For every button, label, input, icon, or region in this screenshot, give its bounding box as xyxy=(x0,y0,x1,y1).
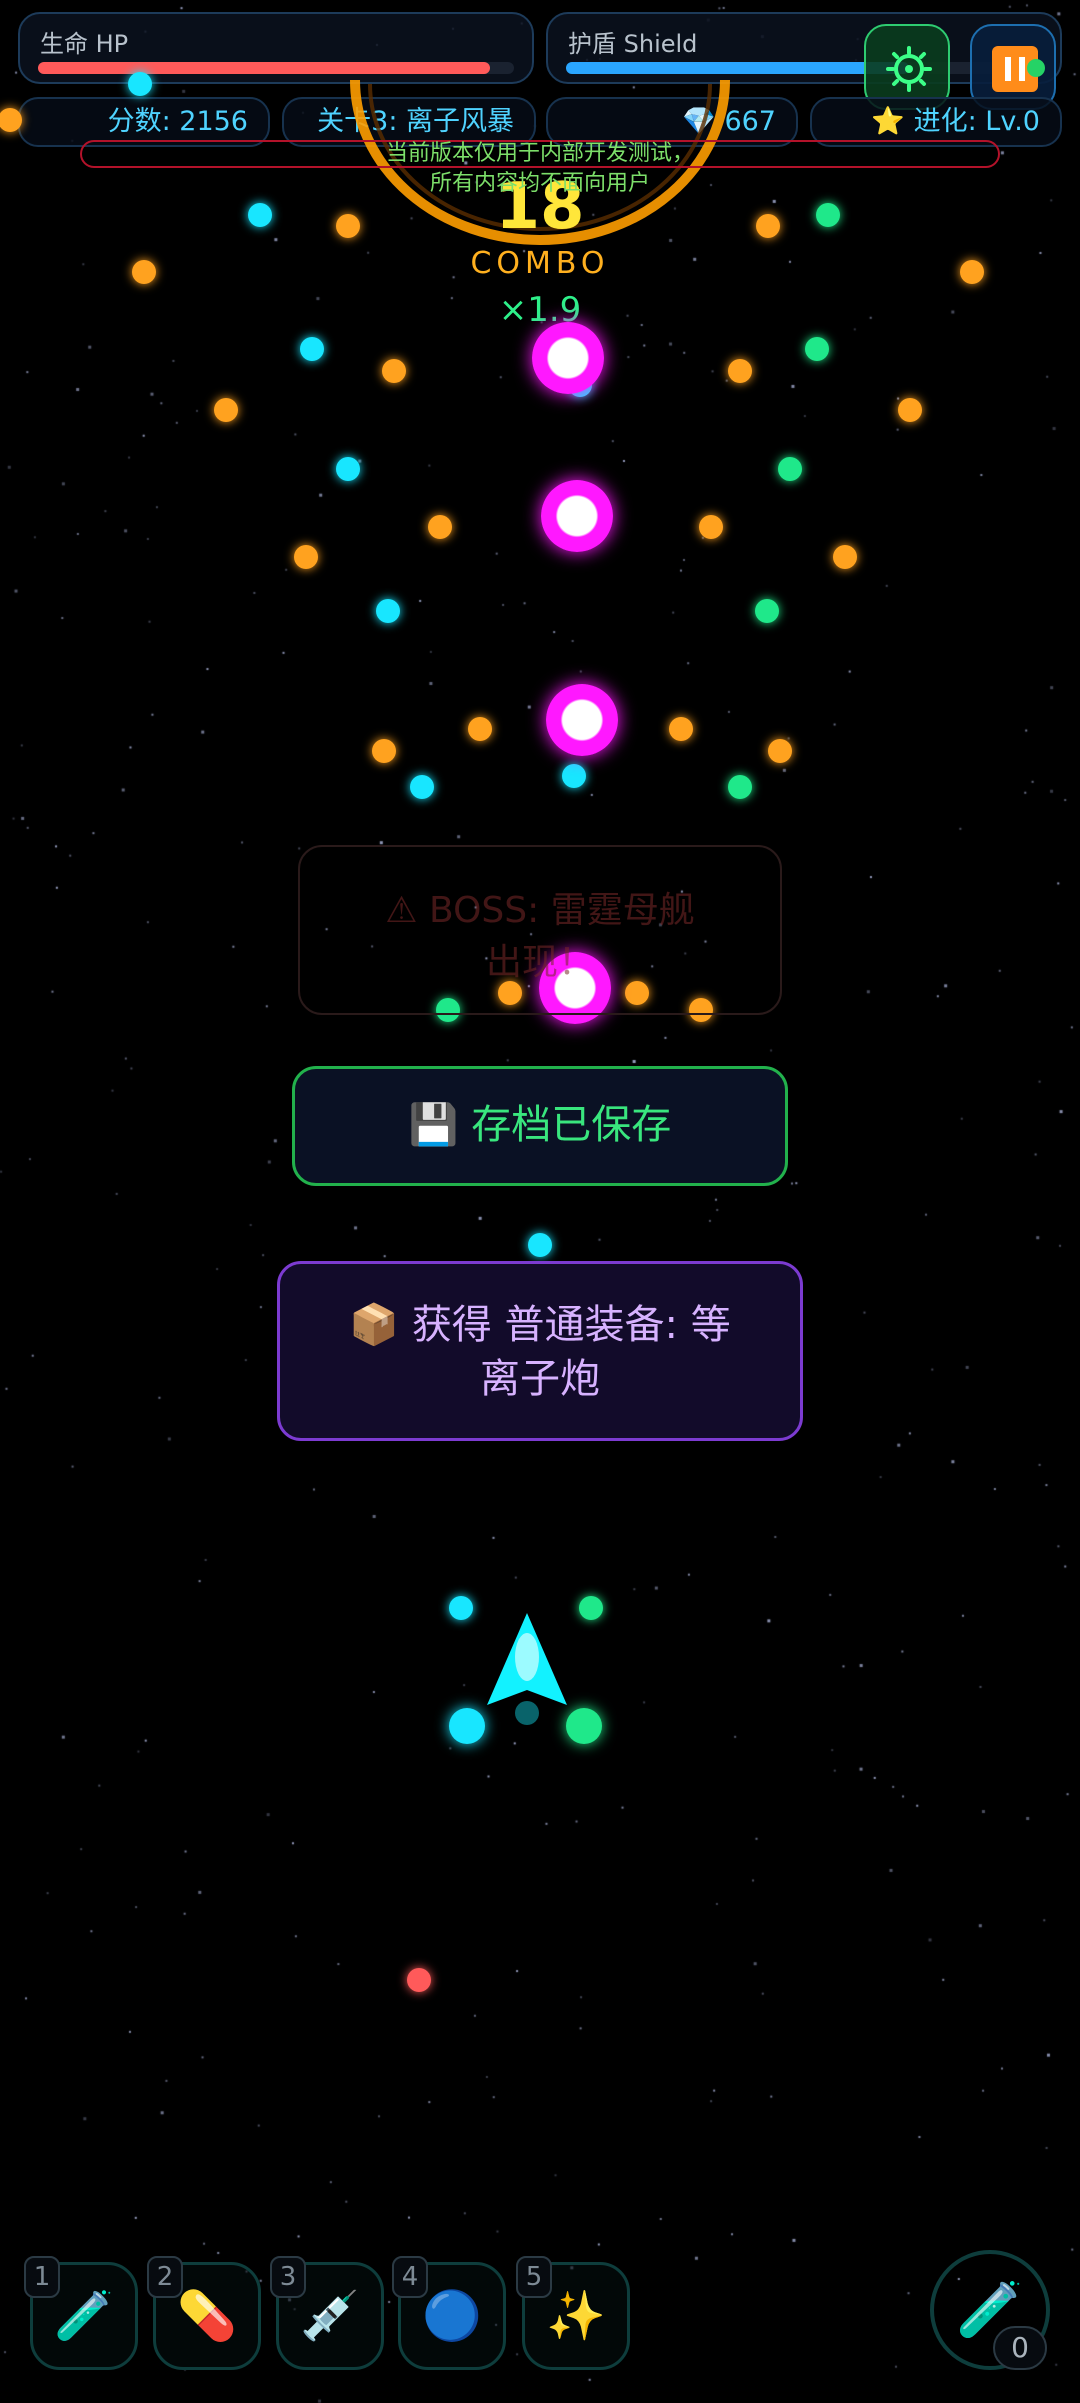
boss-warning-line1: ⚠ BOSS: 雷霆母舰 xyxy=(385,890,695,931)
bullet xyxy=(336,214,360,238)
bullet xyxy=(669,717,693,741)
bullet xyxy=(294,545,318,569)
skill-icon: 🧪 xyxy=(54,2288,114,2344)
bullet xyxy=(816,203,840,227)
bullet xyxy=(778,457,802,481)
bullet xyxy=(755,599,779,623)
bullet xyxy=(407,1968,431,1992)
dev-notice-line1: 当前版本仅用于内部开发测试， xyxy=(385,141,694,166)
skill-hotkey-1: 1 xyxy=(24,2256,60,2298)
bullet xyxy=(898,398,922,422)
bullet xyxy=(132,260,156,284)
bullet xyxy=(248,203,272,227)
skill-hotkey-3: 3 xyxy=(270,2256,306,2298)
loot-toast: 📦 获得 普通装备: 等 离子炮 xyxy=(277,1261,803,1441)
enemy-plasma-orb xyxy=(541,480,613,552)
save-toast-text: 存档已保存 xyxy=(471,1102,672,1148)
loot-toast-line2: 离子炮 xyxy=(480,1356,600,1402)
skill-icon: 💉 xyxy=(300,2288,360,2344)
bullet xyxy=(428,515,452,539)
bullet xyxy=(214,398,238,422)
floppy-disk-icon: 💾 xyxy=(408,1102,459,1148)
bullet xyxy=(833,545,857,569)
dev-notice-line2: 所有内容均不面向用户 xyxy=(429,171,650,196)
bullet xyxy=(528,1233,552,1257)
bullet xyxy=(372,739,396,763)
skill-icon: 🔵 xyxy=(422,2288,482,2344)
bullet xyxy=(805,337,829,361)
player-ship[interactable] xyxy=(457,1605,597,1745)
bullet xyxy=(768,739,792,763)
skill-hotkey-4: 4 xyxy=(392,2256,428,2298)
bullet xyxy=(382,359,406,383)
skill-icon: 💊 xyxy=(177,2288,237,2344)
loot-toast-line1: 获得 普通装备: 等 xyxy=(411,1302,731,1348)
bullet xyxy=(376,599,400,623)
bullet xyxy=(728,359,752,383)
bullet xyxy=(128,72,152,96)
bullet xyxy=(562,764,586,788)
bullet xyxy=(410,775,434,799)
bullet xyxy=(468,717,492,741)
potion-count: 0 xyxy=(993,2326,1047,2370)
skill-hotkey-5: 5 xyxy=(516,2256,552,2298)
bullet xyxy=(699,515,723,539)
combo-multiplier: ×1.9 xyxy=(498,290,582,330)
boss-warning: ⚠ BOSS: 雷霆母舰 出现！ xyxy=(298,845,782,1015)
bullet xyxy=(728,775,752,799)
skill-hotkey-2: 2 xyxy=(147,2256,183,2298)
bullet xyxy=(300,337,324,361)
enemy-plasma-orb xyxy=(532,322,604,394)
combo-label: COMBO xyxy=(470,246,610,281)
boss-warning-line2: 出现！ xyxy=(485,942,594,983)
save-toast: 💾 存档已保存 xyxy=(292,1066,788,1186)
enemy-plasma-orb xyxy=(546,684,618,756)
bullet xyxy=(336,457,360,481)
package-icon: 📦 xyxy=(349,1302,400,1348)
bullet xyxy=(756,214,780,238)
skill-icon: ✨ xyxy=(546,2288,606,2344)
bullet xyxy=(960,260,984,284)
